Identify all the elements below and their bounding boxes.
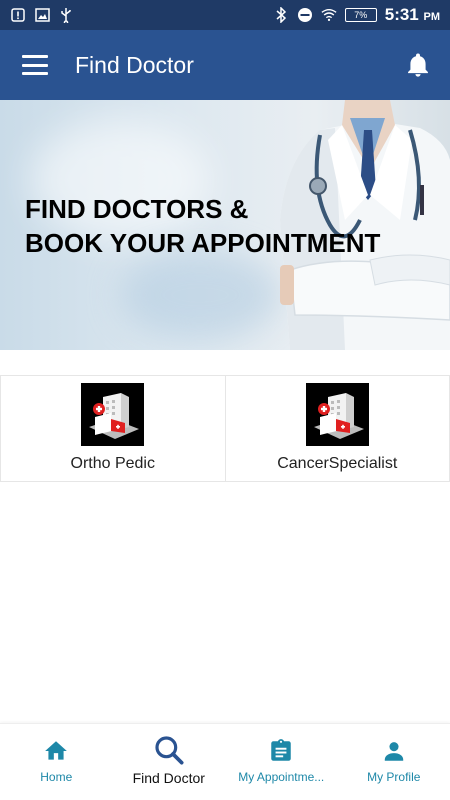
image-notification-icon <box>34 7 50 23</box>
screen: 7% 5:31 PM Find Doctor FIND DOCTORS & BO… <box>0 0 450 800</box>
hero-heading-line-2: BOOK YOUR APPOINTMENT <box>25 228 381 258</box>
nav-my-profile-label: My Profile <box>367 770 421 784</box>
specialty-label: Ortho Pedic <box>70 455 155 472</box>
hero-heading-line-1: FIND DOCTORS & <box>25 194 249 224</box>
nav-home[interactable]: Home <box>0 724 113 800</box>
home-icon <box>45 741 68 760</box>
menu-icon <box>22 55 48 58</box>
hospital-icon <box>81 383 145 446</box>
battery-indicator: 7% <box>344 8 377 22</box>
app-bar: Find Doctor <box>0 30 450 100</box>
search-icon <box>155 736 184 765</box>
nav-my-profile[interactable]: My Profile <box>338 724 450 800</box>
specialty-card-cancer-specialist[interactable]: CancerSpecialist <box>225 375 450 482</box>
status-bar: 7% 5:31 PM <box>0 0 450 30</box>
page-title: Find Doctor <box>75 51 194 78</box>
hero-banner: FIND DOCTORS & BOOK YOUR APPOINTMENT <box>0 100 450 350</box>
status-left <box>10 7 74 23</box>
specialty-label: CancerSpecialist <box>277 455 398 472</box>
clock: 5:31 PM <box>384 5 440 24</box>
hospital-icon <box>305 383 369 446</box>
status-right: 7% 5:31 PM <box>273 5 440 25</box>
notification-bell-icon[interactable] <box>404 51 432 79</box>
specialty-grid: Ortho Pedic CancerSpecialist <box>0 375 450 482</box>
bluetooth-icon <box>273 7 289 23</box>
bottom-navigation: Home Find Doctor My Appointme... My Prof… <box>0 723 450 800</box>
hero-heading: FIND DOCTORS & BOOK YOUR APPOINTMENT <box>25 192 380 260</box>
nav-home-label: Home <box>40 770 73 784</box>
wifi-icon <box>321 7 337 23</box>
menu-button[interactable] <box>22 55 48 75</box>
nav-my-appointments[interactable]: My Appointme... <box>225 724 338 800</box>
nav-find-doctor-label: Find Doctor <box>132 770 205 786</box>
nav-find-doctor[interactable]: Find Doctor <box>113 724 226 800</box>
specialty-card-ortho-pedic[interactable]: Ortho Pedic <box>0 375 226 482</box>
alert-notification-icon <box>10 7 26 23</box>
nav-my-appointments-label: My Appointme... <box>238 770 325 784</box>
clipboard-icon <box>271 739 291 761</box>
usb-icon <box>58 7 74 23</box>
do-not-disturb-icon <box>297 7 313 23</box>
person-icon <box>384 742 403 761</box>
